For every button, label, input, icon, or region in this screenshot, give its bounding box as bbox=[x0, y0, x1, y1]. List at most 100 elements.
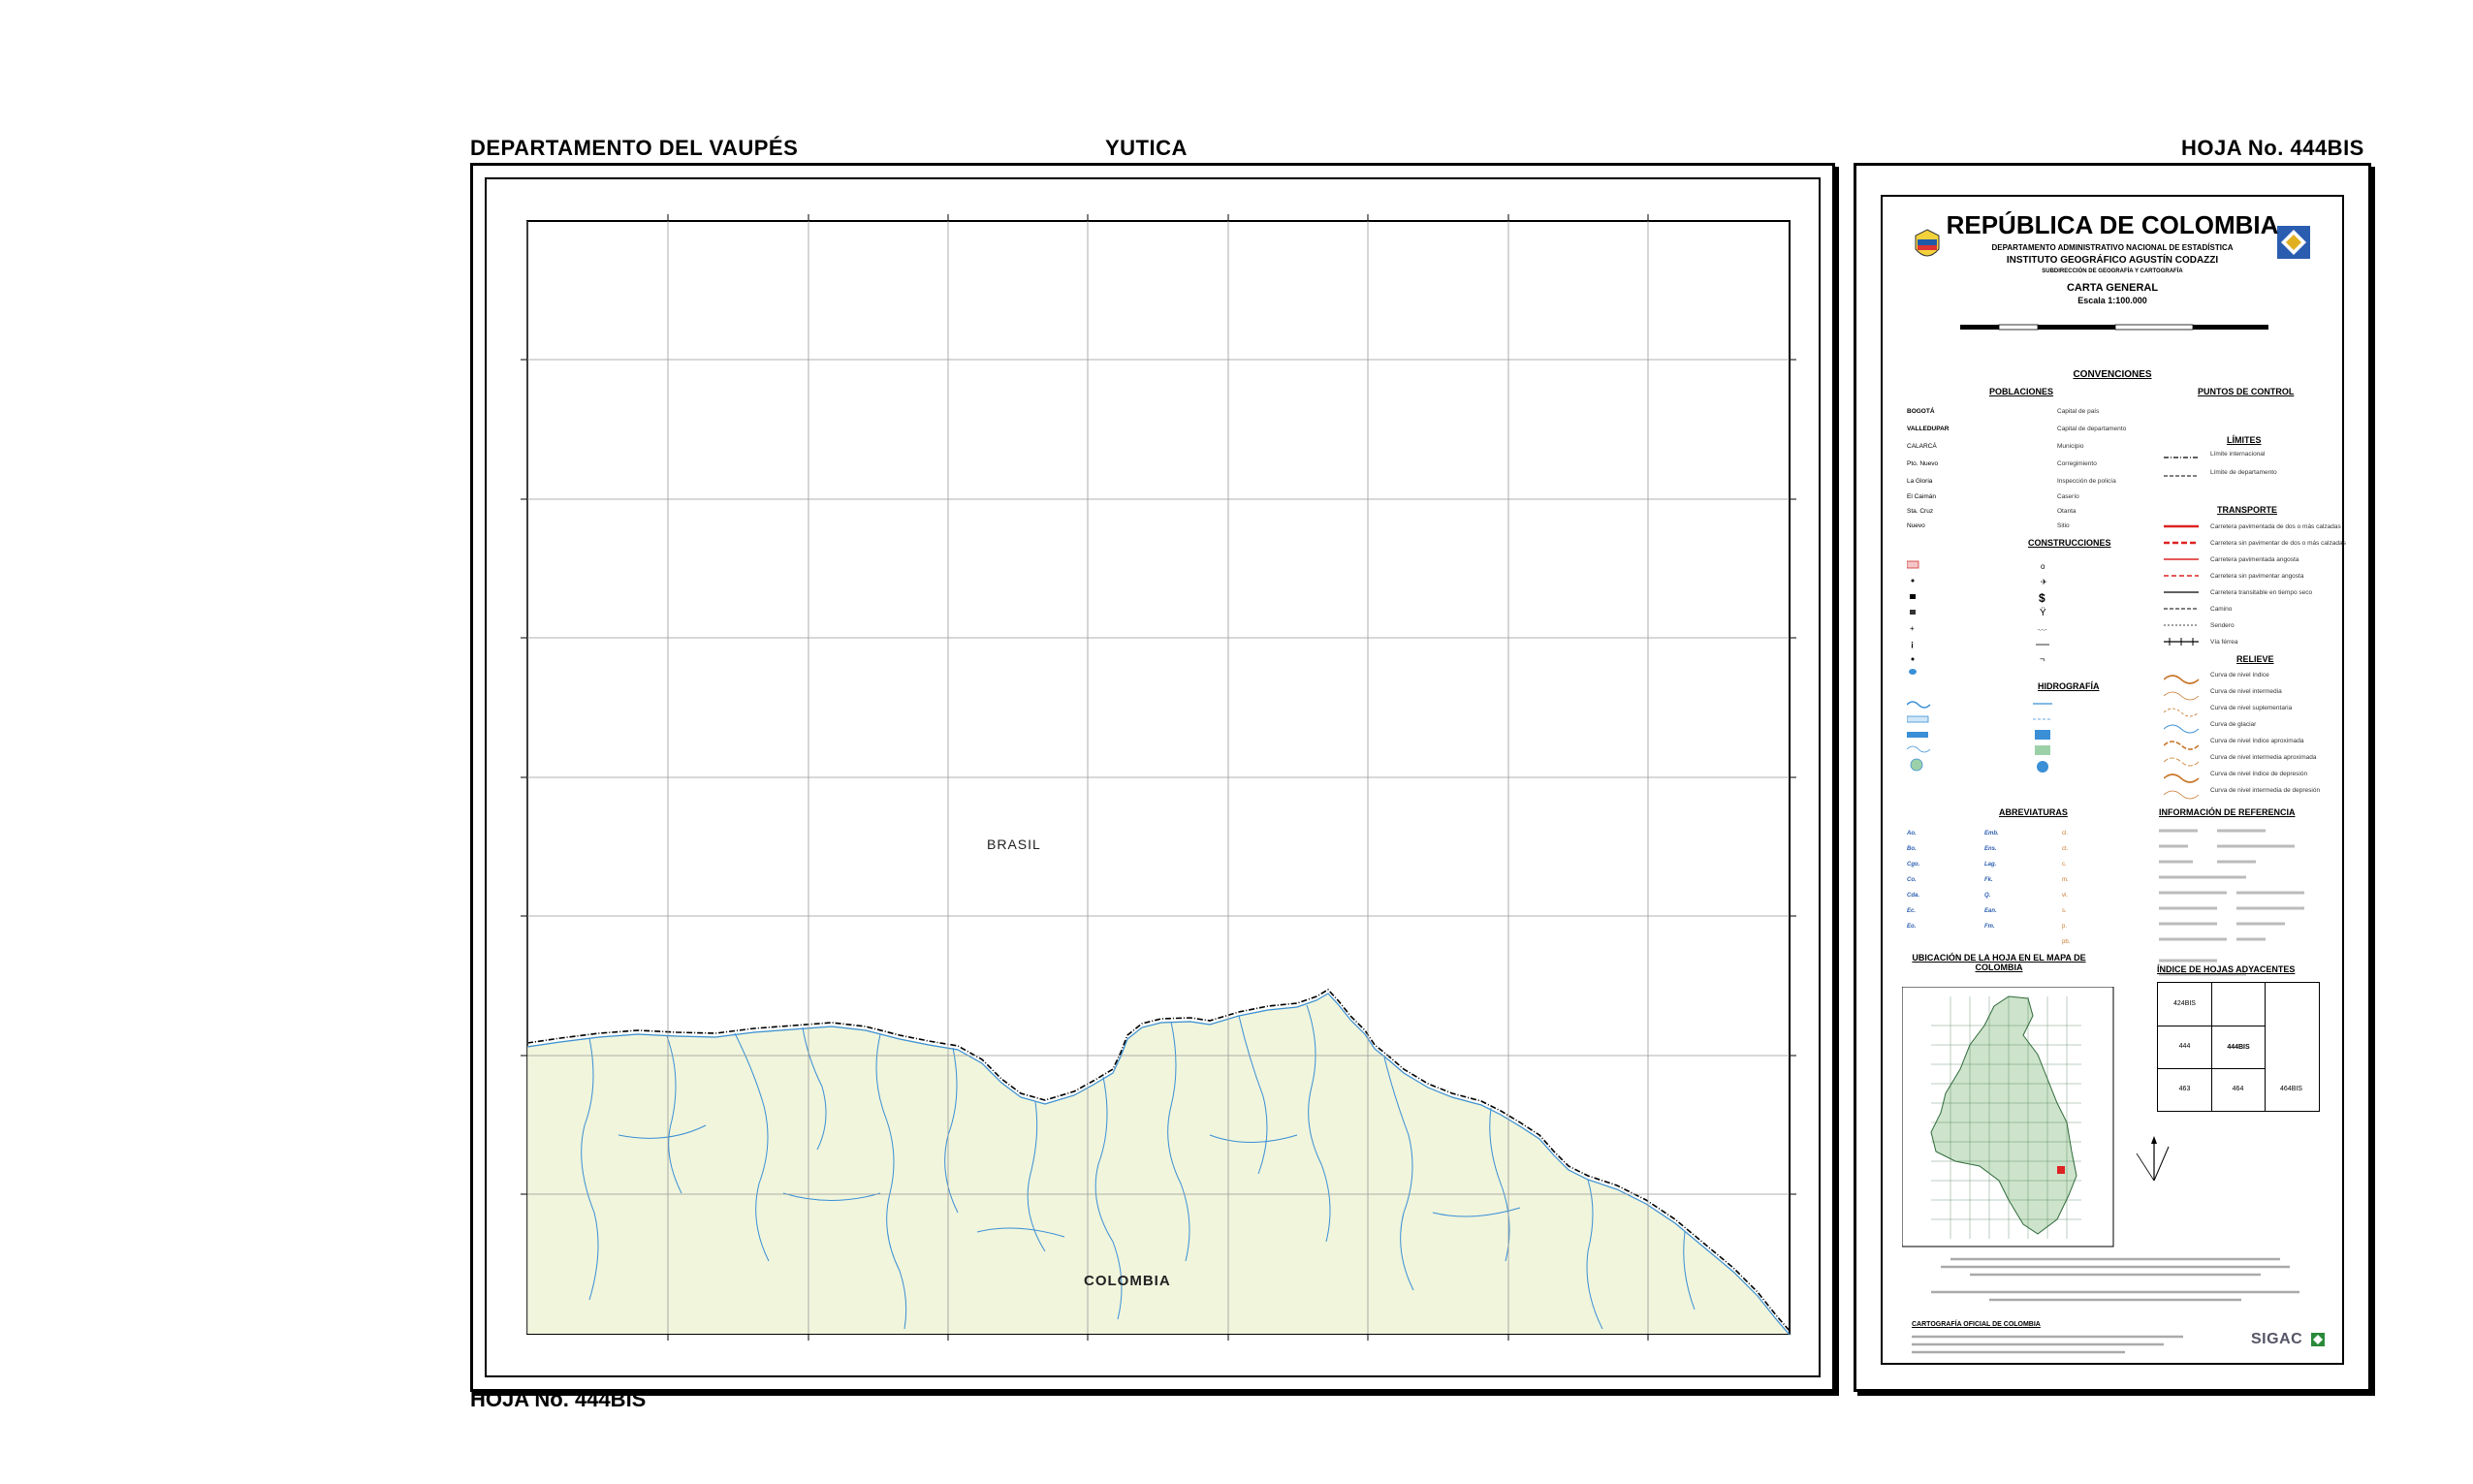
section-indice: ÍNDICE DE HOJAS ADYACENTES bbox=[2157, 964, 2296, 974]
svg-text:c.: c. bbox=[2062, 862, 2067, 868]
limite-label: Límite de departamento bbox=[2210, 469, 2277, 476]
section-convenciones: CONVENCIONES bbox=[2073, 369, 2152, 380]
poblacion-desc: Capital de país bbox=[2057, 408, 2100, 415]
svg-text:Ao.: Ao. bbox=[1907, 831, 1917, 837]
relieve-label: Curva de nivel intermedia de depresión bbox=[2210, 787, 2321, 794]
transporte-label: Carretera sin pavimentar de dos o más ca… bbox=[2210, 540, 2346, 547]
adjacent-sheet-bottom-mid: 464 bbox=[2211, 1068, 2266, 1111]
section-abreviaturas: ABREVIATURAS bbox=[1999, 807, 2068, 817]
svg-text:$: $ bbox=[2039, 591, 2045, 605]
adjacent-sheets-grid: 424BIS 444 444BIS 463 464 464BIS bbox=[2157, 982, 2320, 1112]
hidrografia-symbols bbox=[1907, 701, 2052, 773]
svg-text:vi.: vi. bbox=[2062, 893, 2068, 899]
relieve-label: Curva de nivel índice bbox=[2210, 672, 2269, 679]
svg-text:Cgo.: Cgo. bbox=[1907, 862, 1920, 868]
poblacion-name: Sta. Cruz bbox=[1907, 508, 1934, 515]
construcciones-symbols: + ¡ o ✈ $ Ÿ -.-.- ¬ bbox=[1907, 560, 2049, 675]
poblacion-name: Nuevo bbox=[1907, 522, 1925, 529]
svg-text:Co.: Co. bbox=[1907, 877, 1917, 883]
poblacion-name: VALLEDUPAR bbox=[1907, 426, 1950, 432]
relieve-symbols bbox=[2164, 675, 2200, 800]
section-construcciones: CONSTRUCCIONES bbox=[2028, 538, 2111, 548]
poblacion-desc: Municipio bbox=[2057, 443, 2084, 450]
sheet-name: YUTICA bbox=[1105, 136, 1188, 160]
sheet-number-header: HOJA No. 444BIS bbox=[2181, 136, 2364, 160]
svg-text:Bo.: Bo. bbox=[1907, 846, 1917, 852]
svg-text:Ec.: Ec. bbox=[1907, 908, 1916, 914]
poblacion-desc: Otanta bbox=[2057, 508, 2077, 515]
legend-scale: Escala 1:100.000 bbox=[2077, 296, 2147, 305]
legend-carta: CARTA GENERAL bbox=[2066, 282, 2159, 294]
section-ubicacion: UBICACIÓN DE LA HOJA EN EL MAPA DE COLOM… bbox=[1912, 953, 2086, 972]
svg-text:Emb.: Emb. bbox=[1984, 831, 1999, 837]
svg-text:¬: ¬ bbox=[2040, 654, 2045, 664]
legend-institute: INSTITUTO GEOGRÁFICO AGUSTÍN CODAZZI bbox=[2006, 255, 2219, 266]
relieve-label: Curva de nivel índice de depresión bbox=[2210, 771, 2308, 777]
department-title: DEPARTAMENTO DEL VAUPÉS bbox=[470, 136, 799, 160]
colombia-label: COLOMBIA bbox=[1084, 1273, 1171, 1289]
svg-text:o: o bbox=[2041, 562, 2045, 571]
legend-panel: REPÚBLICA DE COLOMBIA DEPARTAMENTO ADMIN… bbox=[1854, 163, 2371, 1392]
svg-text:Ean.: Ean. bbox=[1984, 908, 1997, 914]
poblacion-name: Pto. Nuevo bbox=[1907, 460, 1939, 467]
svg-text:Fm.: Fm. bbox=[1984, 924, 1995, 930]
sheet-number-footer: HOJA No. 444BIS bbox=[470, 1387, 647, 1411]
relieve-label: Curva de nivel índice aproximada bbox=[2210, 738, 2304, 744]
svg-text:m.: m. bbox=[2062, 877, 2069, 883]
svg-text:✈: ✈ bbox=[2041, 578, 2047, 586]
svg-text:p.: p. bbox=[2062, 924, 2067, 930]
cartografia-oficial: CARTOGRAFÍA OFICIAL DE COLOMBIA bbox=[1912, 1321, 2041, 1328]
map-canvas[interactable]: BRASIL COLOMBIA bbox=[473, 166, 1832, 1389]
svg-text:Eo.: Eo. bbox=[1907, 924, 1917, 930]
adjacent-sheet-bottom-left: 463 bbox=[2158, 1068, 2212, 1111]
section-transporte: TRANSPORTE bbox=[2217, 505, 2278, 515]
adjacent-sheet-empty bbox=[2211, 983, 2266, 1026]
section-limites: LÍMITES bbox=[2227, 435, 2262, 445]
transport-symbols bbox=[2164, 524, 2199, 646]
limite-label: Límite internacional bbox=[2210, 451, 2266, 458]
relieve-label: Curva de glaciar bbox=[2210, 721, 2257, 728]
legend-subdir: SUBDIRECCIÓN DE GEOGRAFÍA Y CARTOGRAFÍA bbox=[2042, 268, 2183, 274]
transporte-label: Sendero bbox=[2210, 622, 2235, 629]
legend-dept: DEPARTAMENTO ADMINISTRATIVO NACIONAL DE … bbox=[1991, 243, 2234, 252]
section-relieve: RELIEVE bbox=[2236, 654, 2274, 664]
relieve-label: Curva de nivel intermedia bbox=[2210, 688, 2282, 695]
copyright-lines bbox=[1912, 1335, 2183, 1354]
section-info-referencia: INFORMACIÓN DE REFERENCIA bbox=[2159, 807, 2296, 817]
svg-text:s.: s. bbox=[2062, 908, 2067, 914]
poblacion-desc: Caserío bbox=[2057, 493, 2079, 500]
svg-text:Ens.: Ens. bbox=[1984, 846, 1997, 852]
poblacion-desc: Inspección de policía bbox=[2057, 478, 2116, 485]
info-referencia-lines bbox=[2159, 829, 2304, 976]
section-puntos-control: PUNTOS DE CONTROL bbox=[2198, 387, 2295, 396]
legend-title: REPÚBLICA DE COLOMBIA bbox=[1946, 210, 2279, 239]
fine-print bbox=[1931, 1257, 2299, 1302]
transporte-label: Carretera pavimentada angosta bbox=[2210, 556, 2299, 563]
sigac-logo: SIGAC bbox=[2251, 1331, 2303, 1347]
transporte-label: Carretera sin pavimentar angosta bbox=[2210, 573, 2304, 580]
north-arrow-icon bbox=[2136, 1136, 2170, 1182]
svg-text:Cda.: Cda. bbox=[1907, 893, 1919, 899]
poblacion-desc: Capital de departamento bbox=[2057, 426, 2127, 432]
transporte-label: Carretera pavimentada de dos o más calza… bbox=[2210, 523, 2341, 530]
poblacion-name: CALARCÁ bbox=[1907, 443, 1937, 450]
relieve-label: Curva de nivel suplementaria bbox=[2210, 705, 2293, 711]
poblacion-name: BOGOTÁ bbox=[1907, 408, 1935, 415]
adjacent-sheet-left: 444 bbox=[2158, 1026, 2212, 1069]
svg-text:pb.: pb. bbox=[2062, 939, 2071, 945]
svg-text:-.-.-: -.-.- bbox=[2038, 627, 2046, 633]
poblacion-desc: Sitio bbox=[2057, 522, 2070, 529]
poblacion-desc: Corregimiento bbox=[2057, 460, 2097, 467]
relieve-label: Curva de nivel intermedia aproximada bbox=[2210, 754, 2317, 761]
map-frame: BRASIL COLOMBIA bbox=[470, 163, 1835, 1392]
svg-text:Ÿ: Ÿ bbox=[2040, 607, 2046, 618]
colombia-location-map bbox=[1902, 987, 2114, 1247]
transporte-label: Camino bbox=[2210, 606, 2233, 613]
adjacent-sheet-top: 424BIS bbox=[2158, 983, 2212, 1026]
svg-text:Lag.: Lag. bbox=[1984, 862, 1997, 868]
svg-text:Fk.: Fk. bbox=[1984, 877, 1993, 883]
section-poblaciones: POBLACIONES bbox=[1989, 387, 2054, 396]
poblacion-name: El Caimán bbox=[1907, 493, 1936, 500]
transporte-label: Carretera transitable en tiempo seco bbox=[2210, 589, 2313, 596]
transporte-label: Vía férrea bbox=[2210, 639, 2238, 646]
